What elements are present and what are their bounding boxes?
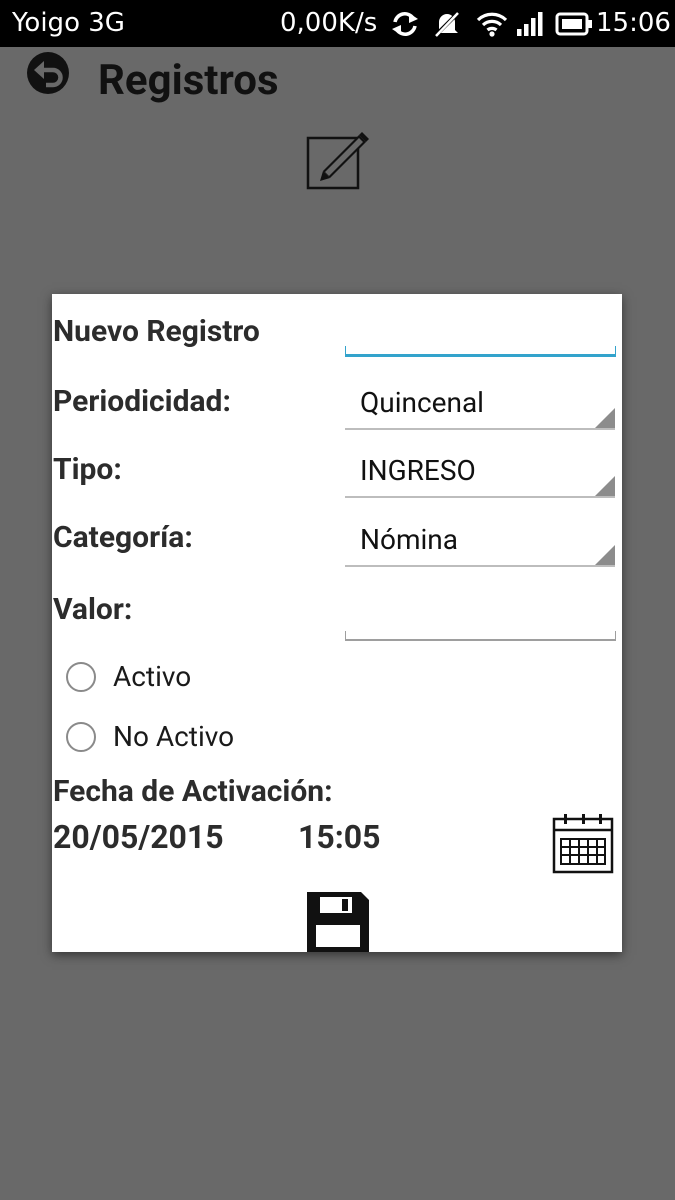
radio-button[interactable] [66, 662, 96, 692]
save-floppy-icon[interactable] [306, 891, 370, 953]
activation-date-label: Fecha de Activación: [53, 774, 333, 809]
activation-time[interactable]: 15:05 [298, 818, 380, 856]
back-arrow-icon[interactable] [26, 51, 70, 95]
network-speed: 0,00K/s [280, 8, 378, 38]
activation-date[interactable]: 20/05/2015 [53, 818, 224, 856]
periodicity-spinner[interactable]: Quincenal [345, 378, 615, 430]
new-record-input[interactable] [345, 346, 616, 357]
dropdown-arrow-icon [595, 545, 615, 565]
value-label: Valor: [53, 592, 133, 627]
edit-pencil-icon[interactable] [305, 127, 371, 191]
radio-active-label: Activo [113, 660, 192, 693]
page-title: Registros [98, 56, 279, 105]
sync-icon [392, 12, 418, 36]
new-record-dialog: Nuevo Registro Periodicidad: Quincenal T… [52, 294, 622, 952]
battery-icon [555, 12, 592, 36]
type-value: INGRESO [360, 454, 476, 487]
signal-icon [517, 12, 543, 36]
type-spinner[interactable]: INGRESO [345, 446, 615, 498]
dropdown-arrow-icon [595, 476, 615, 496]
notifications-off-icon [433, 11, 461, 37]
periodicity-value: Quincenal [360, 386, 484, 419]
category-label: Categoría: [53, 520, 193, 555]
status-clock: 15:06 [596, 8, 671, 38]
periodicity-label: Periodicidad: [53, 384, 231, 419]
new-record-label: Nuevo Registro [53, 314, 260, 349]
category-spinner[interactable]: Nómina [345, 515, 615, 567]
category-value: Nómina [360, 523, 458, 556]
type-label: Tipo: [53, 452, 122, 487]
calendar-icon[interactable] [552, 813, 614, 875]
status-bar: Yoigo 3G 0,00K/s 15:06 [0, 0, 675, 47]
radio-button[interactable] [66, 722, 96, 752]
dropdown-arrow-icon [595, 408, 615, 428]
wifi-icon [476, 12, 508, 37]
radio-inactive-label: No Activo [113, 720, 235, 753]
carrier-name: Yoigo 3G [12, 8, 125, 38]
value-input[interactable] [345, 631, 616, 641]
